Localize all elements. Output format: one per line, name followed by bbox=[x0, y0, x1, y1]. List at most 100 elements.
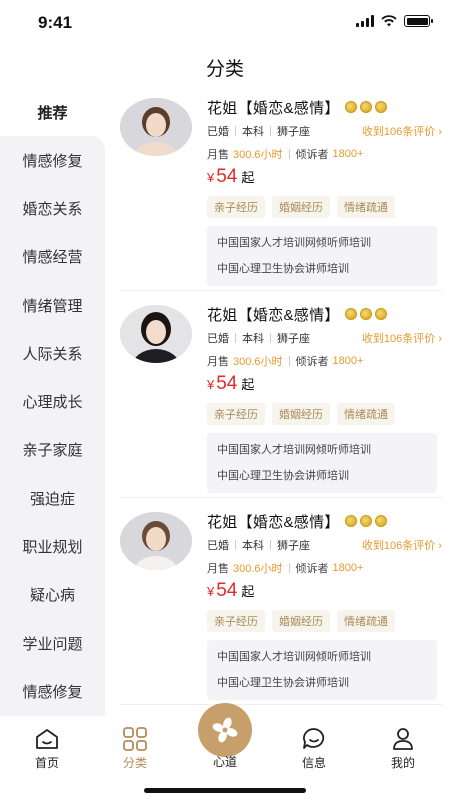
sidebar-item[interactable]: 职业规划 bbox=[0, 522, 105, 570]
center-tab-label: 心道 bbox=[212, 755, 237, 769]
counselor-name: 花姐【婚恋&感情】 bbox=[207, 513, 340, 531]
avatar bbox=[120, 512, 192, 570]
home-icon bbox=[34, 726, 60, 752]
sidebar-item[interactable]: 婚恋关系 bbox=[0, 184, 105, 232]
bottom-tab-bar: 首页 分类 心道 信息 我的 bbox=[0, 703, 450, 800]
tag: 亲子经历 bbox=[207, 610, 265, 632]
sales-value: 300.6小时 bbox=[233, 356, 283, 368]
certification: 中国心理卫生协会讲师培训 bbox=[217, 263, 349, 275]
price-suffix: 起 bbox=[241, 584, 255, 599]
center-logo-icon bbox=[212, 717, 238, 743]
listeners-value: 1800+ bbox=[332, 355, 364, 367]
message-icon bbox=[301, 726, 327, 752]
education: 本科 bbox=[242, 126, 264, 138]
sales-value: 300.6小时 bbox=[233, 149, 283, 161]
listeners-value: 1800+ bbox=[332, 562, 364, 574]
tag: 亲子经历 bbox=[207, 196, 265, 218]
sales-label: 月售 bbox=[207, 563, 229, 575]
tab-label: 信息 bbox=[301, 756, 326, 770]
tag: 情绪疏通 bbox=[337, 610, 395, 632]
center-tab-button[interactable] bbox=[198, 703, 252, 757]
marital-status: 已婚 bbox=[207, 540, 229, 552]
profile-icon bbox=[390, 726, 416, 752]
tag: 婚姻经历 bbox=[272, 196, 330, 218]
medal-icon bbox=[374, 308, 387, 320]
counselor-list: 花姐【婚恋&感情】 已婚 本科 狮子座 收到106条评价 › 月售 300.6小… bbox=[105, 88, 450, 716]
sidebar-item[interactable]: 强迫症 bbox=[0, 474, 105, 522]
reviews-link[interactable]: 收到106条评价 › bbox=[362, 330, 442, 346]
medal-icon bbox=[344, 515, 357, 527]
education: 本科 bbox=[242, 333, 264, 345]
avatar bbox=[120, 98, 192, 156]
medal-icon bbox=[374, 515, 387, 527]
price-suffix: 起 bbox=[241, 170, 255, 185]
counselor-name: 花姐【婚恋&感情】 bbox=[207, 99, 340, 117]
zodiac: 狮子座 bbox=[277, 333, 310, 345]
tag: 婚姻经历 bbox=[272, 610, 330, 632]
price-symbol: ¥ bbox=[207, 584, 215, 599]
medal-icon bbox=[359, 308, 372, 320]
tab-category[interactable]: 分类 bbox=[100, 726, 170, 771]
sidebar-item[interactable]: 学业问题 bbox=[0, 619, 105, 667]
sidebar-item[interactable]: 疑心病 bbox=[0, 571, 105, 619]
marital-status: 已婚 bbox=[207, 126, 229, 138]
counselor-card[interactable]: 花姐【婚恋&感情】 已婚 本科 狮子座 收到106条评价 › 月售 300.6小… bbox=[120, 502, 442, 705]
sales-value: 300.6小时 bbox=[233, 563, 283, 575]
tag: 情绪疏通 bbox=[337, 403, 395, 425]
sidebar-list: 情感修复 婚恋关系 情感经营 情绪管理 人际关系 心理成长 亲子家庭 强迫症 职… bbox=[0, 136, 105, 718]
sidebar-item[interactable]: 情感经营 bbox=[0, 233, 105, 281]
reviews-link[interactable]: 收到106条评价 › bbox=[362, 123, 442, 139]
sales-label: 月售 bbox=[207, 356, 229, 368]
medal-icon bbox=[374, 101, 387, 113]
medal-icon bbox=[344, 308, 357, 320]
sidebar-item[interactable]: 人际关系 bbox=[0, 329, 105, 377]
zodiac: 狮子座 bbox=[277, 540, 310, 552]
certification: 中国心理卫生协会讲师培训 bbox=[217, 677, 349, 689]
tag: 情绪疏通 bbox=[337, 196, 395, 218]
sidebar-item[interactable]: 情感修复 bbox=[0, 136, 105, 184]
sidebar-item[interactable]: 亲子家庭 bbox=[0, 426, 105, 474]
certifications: 中国国家人才培训网倾听师培训 中国心理卫生协会讲师培训 bbox=[207, 433, 437, 493]
tab-label: 首页 bbox=[34, 756, 59, 770]
status-icons bbox=[356, 15, 433, 27]
tab-label: 我的 bbox=[390, 756, 415, 770]
price: 54 bbox=[216, 373, 238, 394]
sidebar-item[interactable]: 情绪管理 bbox=[0, 281, 105, 329]
tab-mine[interactable]: 我的 bbox=[368, 726, 438, 771]
tag: 亲子经历 bbox=[207, 403, 265, 425]
category-sidebar: 推荐 情感修复 婚恋关系 情感经营 情绪管理 人际关系 心理成长 亲子家庭 强迫… bbox=[0, 88, 105, 718]
listeners-value: 1800+ bbox=[332, 148, 364, 160]
medal-icon bbox=[359, 101, 372, 113]
counselor-card[interactable]: 花姐【婚恋&感情】 已婚 本科 狮子座 收到106条评价 › 月售 300.6小… bbox=[120, 295, 442, 498]
certification: 中国国家人才培训网倾听师培训 bbox=[217, 237, 371, 249]
counselor-card[interactable]: 花姐【婚恋&感情】 已婚 本科 狮子座 收到106条评价 › 月售 300.6小… bbox=[120, 88, 442, 291]
marital-status: 已婚 bbox=[207, 333, 229, 345]
signal-icon bbox=[356, 15, 374, 27]
medal-icon bbox=[344, 101, 357, 113]
certifications: 中国国家人才培训网倾听师培训 中国心理卫生协会讲师培训 bbox=[207, 640, 437, 700]
certification: 中国国家人才培训网倾听师培训 bbox=[217, 444, 371, 456]
medal-icon bbox=[359, 515, 372, 527]
sidebar-item[interactable]: 心理成长 bbox=[0, 377, 105, 425]
tab-messages[interactable]: 信息 bbox=[279, 726, 349, 771]
price: 54 bbox=[216, 580, 238, 601]
sidebar-item-recommend[interactable]: 推荐 bbox=[0, 88, 105, 136]
tab-home[interactable]: 首页 bbox=[12, 726, 82, 771]
tab-label: 分类 bbox=[122, 756, 147, 770]
listeners-label: 倾诉者 bbox=[295, 149, 329, 161]
sales-label: 月售 bbox=[207, 149, 229, 161]
price-symbol: ¥ bbox=[207, 170, 215, 185]
price: 54 bbox=[216, 166, 238, 187]
status-time: 9:41 bbox=[38, 13, 73, 32]
counselor-name: 花姐【婚恋&感情】 bbox=[207, 306, 340, 324]
battery-icon bbox=[404, 15, 433, 27]
sidebar-item[interactable]: 情感修复 bbox=[0, 667, 105, 715]
avatar bbox=[120, 305, 192, 363]
wifi-icon bbox=[381, 15, 397, 27]
reviews-link[interactable]: 收到106条评价 › bbox=[362, 537, 442, 553]
price-suffix: 起 bbox=[241, 377, 255, 392]
certifications: 中国国家人才培训网倾听师培训 中国心理卫生协会讲师培训 bbox=[207, 226, 437, 286]
certification: 中国心理卫生协会讲师培训 bbox=[217, 470, 349, 482]
certification: 中国国家人才培训网倾听师培训 bbox=[217, 651, 371, 663]
zodiac: 狮子座 bbox=[277, 126, 310, 138]
